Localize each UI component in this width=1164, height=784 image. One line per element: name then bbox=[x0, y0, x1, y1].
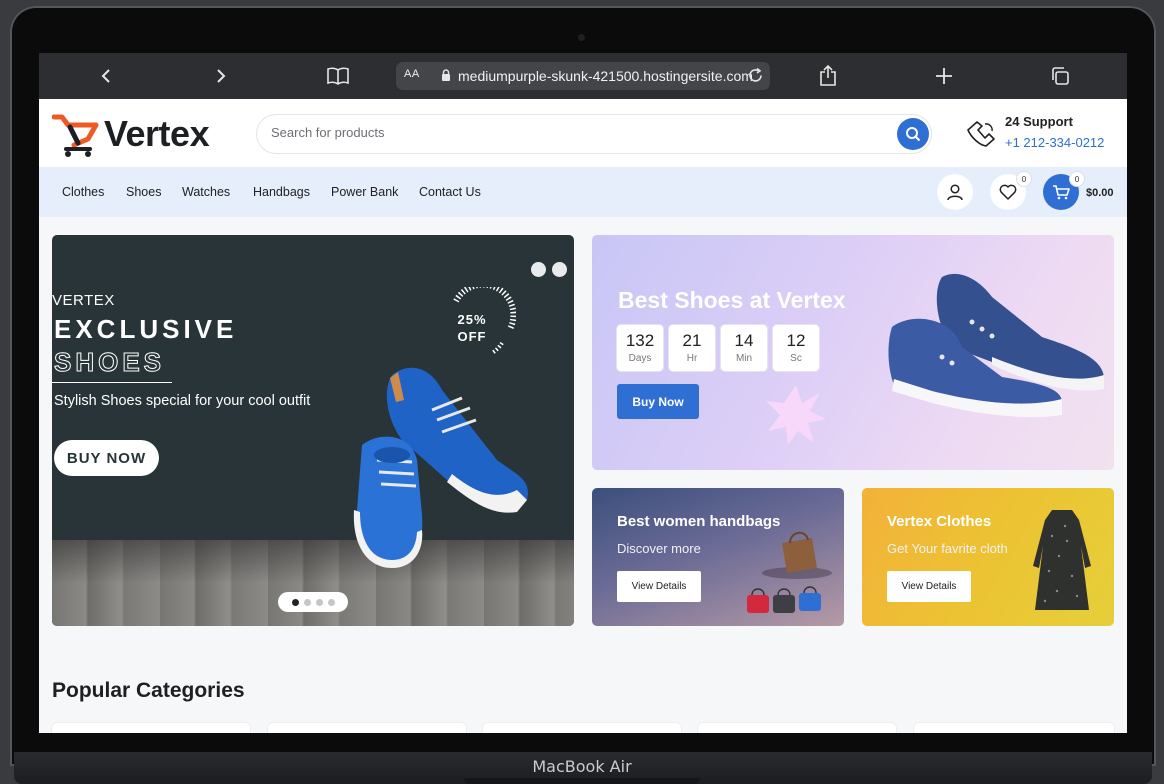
decorative-star-shape bbox=[766, 385, 826, 445]
cart-logo-icon bbox=[51, 114, 99, 157]
handbags-card[interactable]: Best women handbags Discover more View D… bbox=[592, 488, 844, 626]
promo-buy-now-button[interactable]: Buy Now bbox=[617, 384, 699, 419]
search-icon bbox=[906, 127, 921, 142]
laptop-notch bbox=[464, 778, 700, 784]
countdown-hours: 21 Hr bbox=[668, 324, 716, 372]
main-nav: Clothes Shoes Watches Handbags Power Ban… bbox=[39, 167, 1127, 217]
countdown-value: 12 bbox=[786, 331, 806, 350]
new-tab-icon[interactable] bbox=[931, 63, 957, 89]
handbags-card-subtitle: Discover more bbox=[617, 541, 701, 556]
hero-controls bbox=[531, 262, 573, 281]
hero-divider bbox=[52, 382, 172, 383]
canvas-shoe-image bbox=[888, 273, 1104, 418]
hero-pagination-dot[interactable] bbox=[303, 598, 311, 606]
hero-pagination-dot[interactable] bbox=[327, 598, 335, 606]
cart-total: $0.00 bbox=[1086, 187, 1114, 199]
hero-pagination-dot[interactable] bbox=[315, 598, 323, 606]
support-phone-link[interactable]: +1 212-334-0212 bbox=[1005, 135, 1104, 150]
nav-item-handbags[interactable]: Handbags bbox=[253, 185, 310, 199]
discount-percent: 25% bbox=[457, 312, 487, 327]
hero-title-line2: SHOES bbox=[53, 347, 166, 378]
countdown-value: 21 bbox=[682, 331, 702, 350]
countdown-timer: 132 Days 21 Hr 14 Min 12 Sc bbox=[616, 324, 820, 372]
countdown-days: 132 Days bbox=[616, 324, 664, 372]
account-button[interactable] bbox=[937, 174, 973, 210]
search-bar bbox=[256, 114, 932, 154]
wishlist-count-badge: 0 bbox=[1017, 172, 1031, 186]
category-card[interactable] bbox=[483, 723, 681, 733]
logo-text: Vertex bbox=[104, 113, 210, 154]
promo-banner[interactable]: Best Shoes at Vertex 132 Days 21 Hr 14 M… bbox=[592, 235, 1114, 470]
cart-icon bbox=[1053, 185, 1070, 200]
handbags-image bbox=[747, 531, 832, 613]
forward-icon[interactable] bbox=[208, 63, 234, 89]
clothes-view-details-button[interactable]: View Details bbox=[887, 571, 971, 602]
reader-aa-button[interactable]: AA bbox=[404, 68, 420, 80]
promo-title: Best Shoes at Vertex bbox=[618, 287, 846, 313]
laptop-model-label: MacBook Air bbox=[532, 757, 632, 776]
clothes-card[interactable]: Vertex Clothes Get Your favrite cloth Vi… bbox=[862, 488, 1114, 626]
countdown-label: Days bbox=[628, 353, 652, 364]
camera bbox=[578, 34, 585, 41]
countdown-value: 14 bbox=[734, 331, 754, 350]
heart-icon bbox=[999, 184, 1017, 200]
nav-item-power-bank[interactable]: Power Bank bbox=[331, 185, 398, 199]
popular-categories-title: Popular Categories bbox=[52, 679, 245, 702]
countdown-label: Hr bbox=[686, 353, 698, 364]
hero-slider[interactable]: VERTEX EXCLUSIVE SHOES Stylish Shoes spe… bbox=[52, 235, 574, 626]
hero-control-dot[interactable] bbox=[552, 262, 567, 277]
search-button[interactable] bbox=[897, 118, 929, 150]
countdown-value: 132 bbox=[625, 331, 655, 350]
dress-image bbox=[1033, 510, 1091, 610]
support-icon bbox=[967, 121, 995, 147]
blue-shoes-image bbox=[353, 367, 528, 568]
nav-item-clothes[interactable]: Clothes bbox=[62, 185, 104, 199]
category-card[interactable] bbox=[698, 723, 896, 733]
site-header: Vertex 24 Support +1 212-334-0212 bbox=[39, 99, 1127, 167]
address-bar[interactable]: AA mediumpurple-skunk-421500.hostingersi… bbox=[396, 62, 770, 90]
hero-pagination-dot[interactable] bbox=[291, 598, 299, 606]
hero-buy-now-button[interactable]: BUY NOW bbox=[54, 440, 159, 476]
search-input[interactable] bbox=[269, 124, 873, 141]
hero-pagination bbox=[278, 592, 348, 612]
nav-item-contact-us[interactable]: Contact Us bbox=[419, 185, 481, 199]
discount-off: OFF bbox=[457, 329, 487, 344]
handbags-view-details-button[interactable]: View Details bbox=[617, 571, 701, 602]
hero-brand: VERTEX bbox=[52, 292, 115, 309]
reload-icon[interactable] bbox=[747, 67, 764, 87]
category-card[interactable] bbox=[268, 723, 466, 733]
support-block[interactable]: 24 Support +1 212-334-0212 bbox=[965, 113, 1125, 157]
clothes-card-subtitle: Get Your favrite cloth bbox=[887, 541, 1008, 556]
url-text: mediumpurple-skunk-421500.hostingersite.… bbox=[458, 68, 753, 84]
support-title: 24 Support bbox=[1005, 114, 1073, 129]
nav-item-shoes[interactable]: Shoes bbox=[126, 185, 161, 199]
countdown-label: Min bbox=[735, 353, 753, 364]
discount-label: 25% OFF bbox=[442, 311, 502, 345]
category-card[interactable] bbox=[52, 723, 250, 733]
nav-item-watches[interactable]: Watches bbox=[182, 185, 230, 199]
countdown-minutes: 14 Min bbox=[720, 324, 768, 372]
logo[interactable]: Vertex bbox=[51, 109, 222, 159]
cart-count-badge: 0 bbox=[1070, 172, 1084, 186]
hero-subtitle: Stylish Shoes special for your cool outf… bbox=[54, 393, 311, 409]
countdown-label: Sc bbox=[790, 353, 802, 364]
tabs-icon[interactable] bbox=[1047, 63, 1073, 89]
back-icon[interactable] bbox=[93, 63, 119, 89]
browser-toolbar: AA mediumpurple-skunk-421500.hostingersi… bbox=[39, 53, 1127, 99]
countdown-seconds: 12 Sc bbox=[772, 324, 820, 372]
hero-title-line1: EXCLUSIVE bbox=[54, 314, 238, 344]
category-card[interactable] bbox=[914, 723, 1114, 733]
share-icon[interactable] bbox=[815, 63, 841, 89]
lock-icon bbox=[441, 69, 451, 85]
clothes-card-title: Vertex Clothes bbox=[887, 513, 992, 530]
screen: AA mediumpurple-skunk-421500.hostingersi… bbox=[39, 53, 1127, 733]
hero-control-dot[interactable] bbox=[531, 262, 546, 277]
user-icon bbox=[947, 184, 963, 201]
bookmarks-icon[interactable] bbox=[325, 63, 351, 89]
